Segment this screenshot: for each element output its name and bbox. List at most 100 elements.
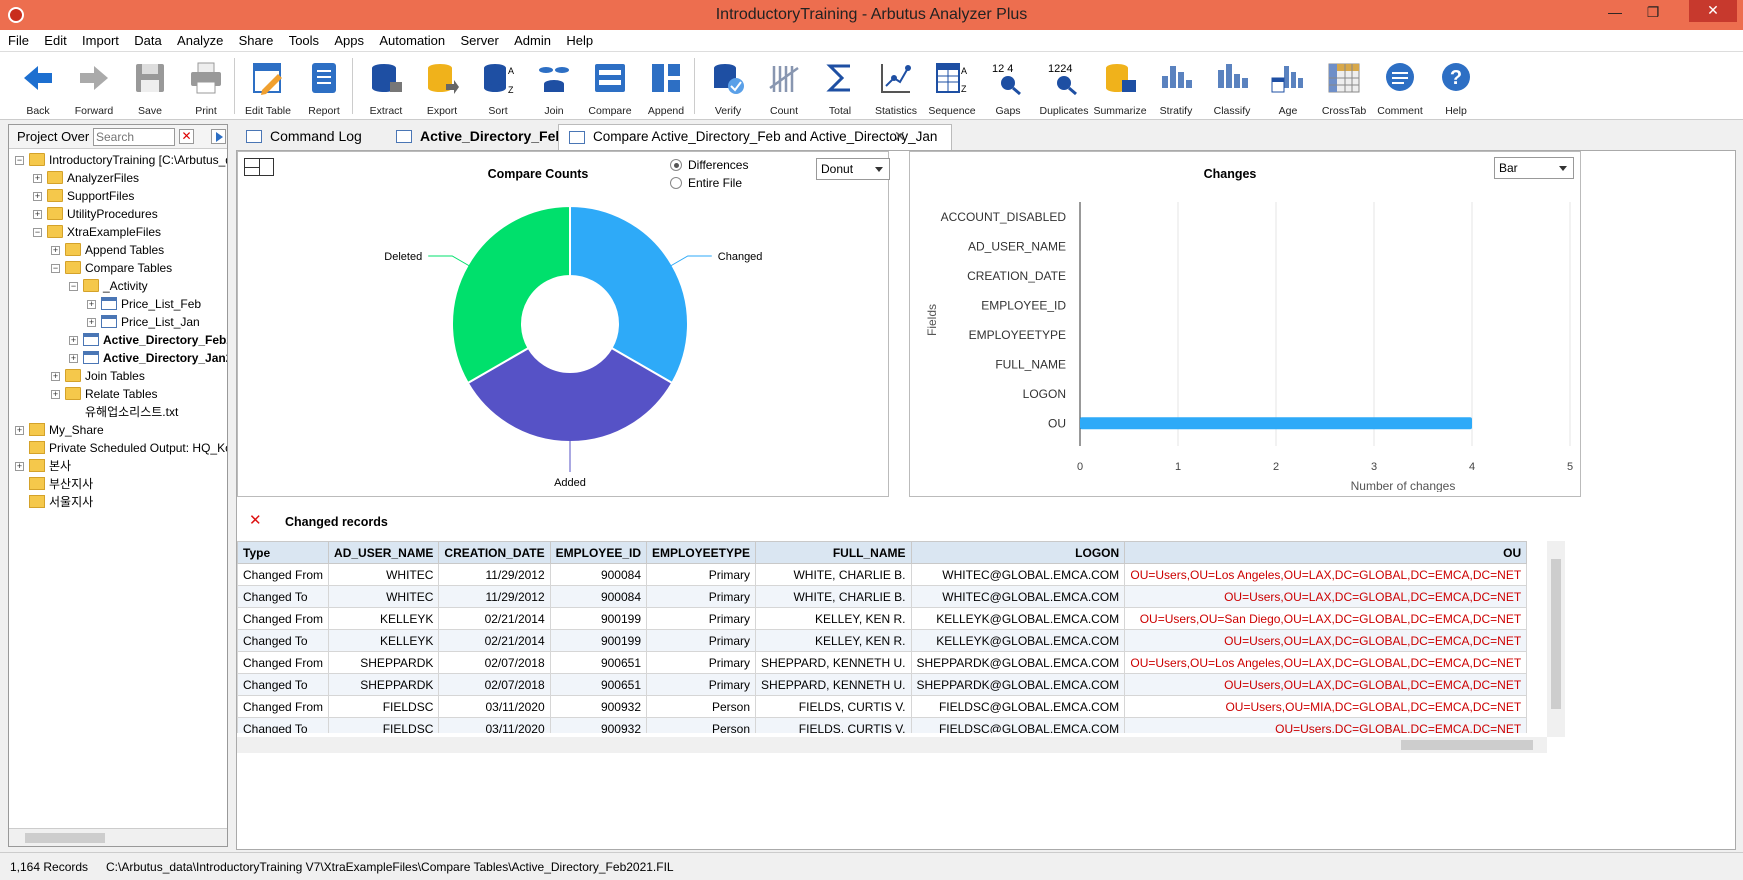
expand-icon[interactable]: + <box>87 318 96 327</box>
expand-icon[interactable]: + <box>33 174 42 183</box>
duplicates-button[interactable]: 1224 Duplicates <box>1036 56 1092 118</box>
tree-item[interactable]: + 본사 <box>9 457 227 475</box>
layout-toggle-icon[interactable] <box>244 158 274 176</box>
column-header[interactable]: CREATION_DATE <box>438 541 551 564</box>
table-cell[interactable]: Changed To <box>237 717 330 733</box>
table-cell[interactable]: OU=Users,OU=Los Angeles,OU=LAX,DC=GLOBAL… <box>1124 651 1528 674</box>
expand-icon[interactable]: + <box>51 246 60 255</box>
table-cell[interactable]: Changed From <box>237 651 330 674</box>
close-records-icon[interactable]: ✕ <box>249 511 262 529</box>
table-cell[interactable]: 02/21/2014 <box>438 607 551 630</box>
tree-item[interactable]: + Join Tables <box>9 367 227 385</box>
menu-file[interactable]: File <box>0 30 35 48</box>
append-button[interactable]: Append <box>638 56 694 118</box>
clear-search-icon[interactable]: ✕ <box>179 129 194 144</box>
table-cell[interactable]: KELLEYK <box>328 629 440 652</box>
edit-table-button[interactable]: Edit Table <box>240 56 296 118</box>
expand-icon[interactable]: + <box>69 336 78 345</box>
comment-button[interactable]: Comment <box>1372 56 1428 118</box>
project-tree-hscrollbar[interactable] <box>9 828 227 846</box>
table-row[interactable]: Changed To SHEPPARDK 02/07/2018 900651 Prima… <box>237 673 1528 696</box>
table-cell[interactable]: KELLEYK@GLOBAL.EMCA.COM <box>910 629 1126 652</box>
menu-admin[interactable]: Admin <box>508 30 557 48</box>
column-header[interactable]: OU <box>1124 541 1528 564</box>
table-row[interactable]: Changed From WHITEC 11/29/2012 900084 Primar… <box>237 563 1528 586</box>
table-cell[interactable]: FIELDSC <box>328 695 440 718</box>
forward-button[interactable]: Forward <box>66 56 122 118</box>
export-button[interactable]: Export <box>414 56 470 118</box>
table-cell[interactable]: SHEPPARD, KENNETH U. <box>755 673 912 696</box>
tree-item[interactable]: − Compare Tables <box>9 259 227 277</box>
table-cell[interactable]: Changed From <box>237 695 330 718</box>
tree-item[interactable]: 서울지사 <box>9 493 227 511</box>
tree-item[interactable]: + Active_Directory_Jan2021 <box>9 349 227 367</box>
table-cell[interactable]: FIELDS, CURTIS V. <box>755 717 912 733</box>
menu-edit[interactable]: Edit <box>38 30 72 48</box>
table-cell[interactable]: Primary <box>645 673 757 696</box>
table-cell[interactable]: 900199 <box>549 629 648 652</box>
save-button[interactable]: Save <box>122 56 178 118</box>
menu-apps[interactable]: Apps <box>328 30 370 48</box>
table-cell[interactable]: FIELDSC <box>328 717 440 733</box>
close-window-button[interactable]: ✕ <box>1689 0 1737 22</box>
table-cell[interactable]: KELLEYK <box>328 607 440 630</box>
tree-item[interactable]: + Append Tables <box>9 241 227 259</box>
tree-item[interactable]: + UtilityProcedures <box>9 205 227 223</box>
project-search-input[interactable] <box>93 128 175 146</box>
table-cell[interactable]: 900084 <box>549 563 648 586</box>
tree-item[interactable]: + Relate Tables <box>9 385 227 403</box>
summarize-button[interactable]: Summarize <box>1092 56 1148 118</box>
menu-tools[interactable]: Tools <box>283 30 325 48</box>
table-row[interactable]: Changed From FIELDSC 03/11/2020 900932 Perso… <box>237 695 1528 718</box>
table-cell[interactable]: WHITEC <box>328 585 440 608</box>
table-row[interactable]: Changed From KELLEYK 02/21/2014 900199 Prima… <box>237 607 1528 630</box>
table-cell[interactable]: 02/07/2018 <box>438 651 551 674</box>
table-cell[interactable]: 03/11/2020 <box>438 695 551 718</box>
expand-icon[interactable]: + <box>51 372 60 381</box>
search-go-icon[interactable] <box>211 129 226 144</box>
table-cell[interactable]: KELLEYK@GLOBAL.EMCA.COM <box>910 607 1126 630</box>
table-cell[interactable]: OU=Users,DC=GLOBAL,DC=EMCA,DC=NET <box>1124 717 1528 733</box>
menu-server[interactable]: Server <box>454 30 504 48</box>
tree-item[interactable]: + Active_Directory_Feb2021 <box>9 331 227 349</box>
table-cell[interactable]: FIELDSC@GLOBAL.EMCA.COM <box>910 695 1126 718</box>
close-tab-icon[interactable]: ✕ <box>884 124 914 150</box>
tree-item[interactable]: 부산지사 <box>9 475 227 493</box>
menu-data[interactable]: Data <box>128 30 167 48</box>
classify-button[interactable]: Classify <box>1204 56 1260 118</box>
table-row[interactable]: Changed To WHITEC 11/29/2012 900084 Primary W… <box>237 585 1528 608</box>
statistics-button[interactable]: Statistics <box>868 56 924 118</box>
table-row[interactable]: Changed To FIELDSC 03/11/2020 900932 Person F… <box>237 717 1528 733</box>
table-cell[interactable]: Primary <box>645 607 757 630</box>
restore-button[interactable]: ❐ <box>1643 2 1663 22</box>
table-cell[interactable]: FIELDS, CURTIS V. <box>755 695 912 718</box>
tree-item[interactable]: Private Scheduled Output: HQ_Korea <box>9 439 227 457</box>
tree-item[interactable]: + SupportFiles <box>9 187 227 205</box>
table-cell[interactable]: OU=Users,OU=MIA,DC=GLOBAL,DC=EMCA,DC=NET <box>1124 695 1528 718</box>
table-cell[interactable]: 900651 <box>549 673 648 696</box>
scrollbar-thumb[interactable] <box>25 833 105 843</box>
compare-button[interactable]: Compare <box>582 56 638 118</box>
expand-icon[interactable]: + <box>15 462 24 471</box>
expand-icon[interactable]: + <box>87 300 96 309</box>
stratify-button[interactable]: Stratify <box>1148 56 1204 118</box>
table-cell[interactable]: OU=Users,OU=Los Angeles,OU=LAX,DC=GLOBAL… <box>1124 563 1528 586</box>
minimize-button[interactable]: — <box>1605 2 1625 22</box>
expand-icon[interactable]: + <box>69 354 78 363</box>
table-cell[interactable]: 900199 <box>549 607 648 630</box>
collapse-icon[interactable]: − <box>51 264 60 273</box>
table-cell[interactable]: OU=Users,OU=LAX,DC=GLOBAL,DC=EMCA,DC=NET <box>1124 629 1528 652</box>
menu-help[interactable]: Help <box>560 30 599 48</box>
tree-item[interactable]: − XtraExampleFiles <box>9 223 227 241</box>
expand-icon[interactable]: + <box>15 426 24 435</box>
column-header[interactable]: AD_USER_NAME <box>328 541 440 564</box>
table-cell[interactable]: 03/11/2020 <box>438 717 551 733</box>
print-button[interactable]: Print <box>178 56 234 118</box>
table-cell[interactable]: WHITEC@GLOBAL.EMCA.COM <box>910 563 1126 586</box>
table-cell[interactable]: 900932 <box>549 695 648 718</box>
sequence-button[interactable]: A Z Sequence <box>924 56 980 118</box>
table-cell[interactable]: 11/29/2012 <box>438 563 551 586</box>
join-button[interactable]: Join <box>526 56 582 118</box>
hscroll-thumb[interactable] <box>1401 740 1533 750</box>
tree-item[interactable]: − IntroductoryTraining [C:\Arbutus_data\I… <box>9 151 227 169</box>
